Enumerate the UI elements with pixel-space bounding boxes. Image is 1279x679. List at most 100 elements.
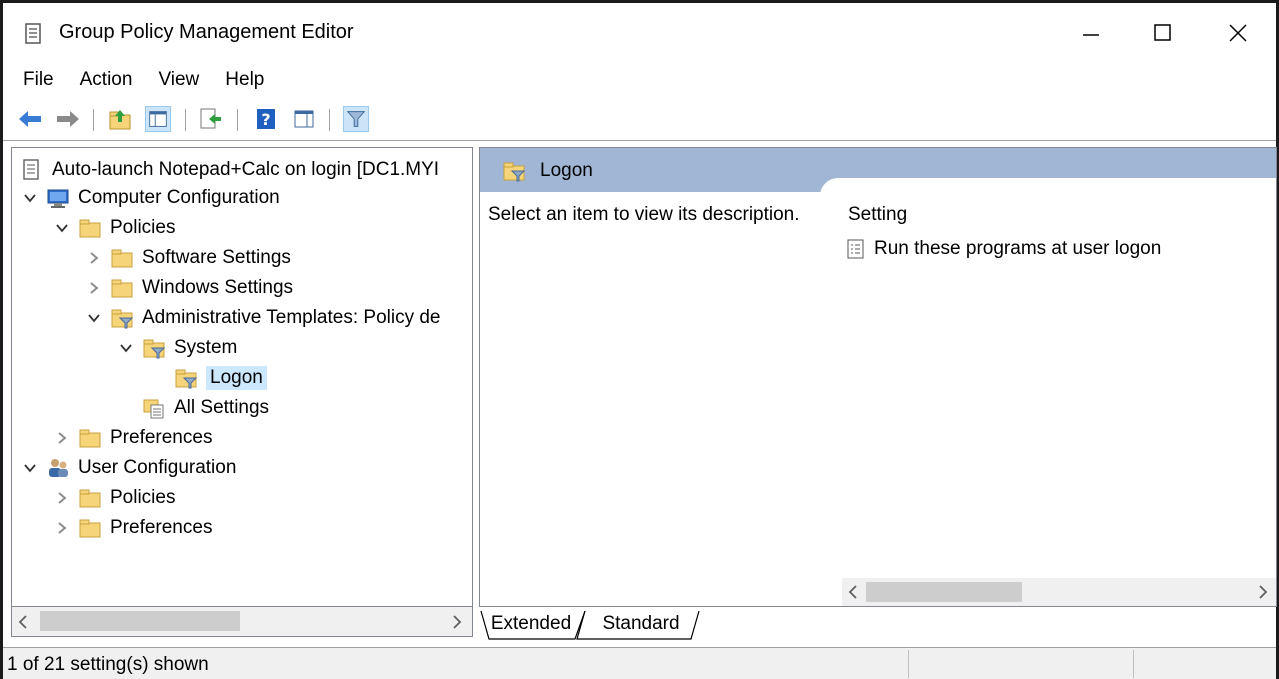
chevron-down-icon[interactable] [22, 460, 38, 476]
filtered-folder-icon [111, 309, 134, 329]
tree-item-label: Preferences [110, 427, 213, 448]
tree-item-user-policies[interactable]: Policies [54, 484, 175, 512]
folder-icon [79, 219, 101, 238]
up-folder-icon[interactable] [107, 106, 133, 132]
scroll-left-icon[interactable] [18, 615, 28, 629]
tree-item-label: Logon [206, 366, 267, 390]
chevron-down-icon[interactable] [118, 340, 134, 356]
policy-document-icon [25, 23, 41, 44]
details-pane: Logon Select an item to view its descrip… [479, 147, 1277, 607]
tree-item-label: Software Settings [142, 247, 291, 268]
folder-icon [79, 519, 101, 538]
tree-item-label: Policies [110, 217, 176, 238]
details-header: Logon [480, 148, 1276, 208]
folder-icon [79, 429, 101, 448]
back-icon[interactable] [17, 106, 43, 132]
filtered-folder-icon [175, 369, 198, 389]
menu-file[interactable]: File [23, 69, 54, 91]
tree-item-all-settings[interactable]: All Settings [142, 394, 269, 422]
chevron-right-icon[interactable] [54, 490, 70, 506]
scroll-right-icon[interactable] [1258, 585, 1268, 599]
setting-name: Run these programs at user logon [874, 238, 1162, 259]
forward-icon[interactable] [55, 106, 81, 132]
folder-icon [111, 279, 133, 298]
menu-view[interactable]: View [158, 69, 199, 91]
tree-horizontal-scrollbar[interactable] [11, 607, 473, 637]
tree-item-software-settings[interactable]: Software Settings [86, 244, 291, 272]
setting-row[interactable]: Run these programs at user logon [846, 238, 1161, 260]
folder-icon [111, 249, 133, 268]
chevron-right-icon[interactable] [86, 280, 102, 296]
tree-item-gpo-root[interactable]: Auto-launch Notepad+Calc on login [DC1.M… [20, 156, 439, 184]
tree-item-user-preferences[interactable]: Preferences [54, 514, 212, 542]
toolbar-separator [329, 109, 330, 131]
title-bar: Group Policy Management Editor [3, 3, 1276, 63]
scrollbar-thumb[interactable] [40, 611, 240, 631]
computer-icon [47, 189, 69, 208]
tree-item-policies[interactable]: Policies [54, 214, 175, 242]
status-divider [1133, 650, 1134, 678]
chevron-right-icon[interactable] [54, 520, 70, 536]
tree-item-label: Computer Configuration [78, 187, 280, 208]
view-tabs: Extended Standard [479, 609, 1277, 643]
toolbar-separator [237, 109, 238, 131]
tree-item-computer-configuration[interactable]: Computer Configuration [22, 184, 280, 212]
description-text: Select an item to view its description. [488, 204, 800, 225]
tree-item-administrative-templates[interactable]: Administrative Templates: Policy de [86, 304, 441, 332]
tab-extended[interactable]: Extended [479, 609, 583, 639]
svg-text:?: ? [261, 110, 270, 129]
tree-item-label: User Configuration [78, 457, 237, 478]
tree-item-label: Preferences [110, 517, 213, 538]
maximize-button[interactable] [1133, 11, 1193, 55]
tree-item-label: Windows Settings [142, 277, 294, 298]
filtered-folder-icon [503, 162, 526, 182]
scrollbar-thumb[interactable] [866, 582, 1022, 602]
details-horizontal-scrollbar[interactable] [842, 578, 1276, 606]
setting-column-header[interactable]: Setting [848, 204, 907, 226]
folder-icon [79, 489, 101, 508]
help-icon[interactable]: ? [253, 106, 279, 132]
tree-pane: Auto-launch Notepad+Calc on login [DC1.M… [11, 147, 473, 607]
export-list-icon[interactable] [197, 106, 223, 132]
tree-item-preferences[interactable]: Preferences [54, 424, 212, 452]
chevron-right-icon[interactable] [86, 250, 102, 266]
scroll-left-icon[interactable] [848, 585, 858, 599]
close-button[interactable] [1208, 11, 1268, 55]
tab-standard[interactable]: Standard [583, 609, 699, 639]
tree-item-label: System [174, 337, 238, 358]
users-icon [49, 459, 68, 477]
window-title: Group Policy Management Editor [59, 21, 354, 43]
main-window: Group Policy Management Editor File Acti… [0, 0, 1279, 679]
tree-item-label: All Settings [174, 397, 270, 418]
status-text: 1 of 21 setting(s) shown [7, 654, 209, 675]
minimize-button[interactable] [1061, 11, 1121, 55]
all-settings-icon [143, 399, 164, 419]
scroll-right-icon[interactable] [452, 615, 462, 629]
show-hide-tree-icon[interactable] [145, 106, 171, 132]
tree-item-user-configuration[interactable]: User Configuration [22, 454, 236, 482]
chevron-down-icon[interactable] [22, 190, 38, 206]
chevron-right-icon[interactable] [54, 430, 70, 446]
tree-item-label: Auto-launch Notepad+Calc on login [DC1.M… [52, 159, 440, 180]
tree-item-system[interactable]: System [118, 334, 237, 362]
filter-icon[interactable] [343, 106, 369, 132]
tree-item-windows-settings[interactable]: Windows Settings [86, 274, 293, 302]
tree-item-label: Administrative Templates: Policy de [142, 307, 441, 328]
menu-help[interactable]: Help [225, 69, 264, 91]
menu-action[interactable]: Action [80, 69, 133, 91]
filtered-folder-icon [143, 339, 166, 359]
policy-setting-icon [847, 239, 864, 259]
tree-item-label: Policies [110, 487, 176, 508]
toolbar: ? [3, 99, 1276, 141]
details-title: Logon [540, 160, 593, 181]
show-action-pane-icon[interactable] [291, 106, 317, 132]
toolbar-separator [185, 109, 186, 131]
menu-bar: File Action View Help [3, 63, 1276, 97]
policy-document-icon [23, 159, 39, 180]
status-divider [908, 650, 909, 678]
maximize-icon [1154, 24, 1171, 41]
status-bar: 1 of 21 setting(s) shown [3, 647, 1276, 679]
chevron-down-icon[interactable] [54, 220, 70, 236]
chevron-down-icon[interactable] [86, 310, 102, 326]
tree-item-logon[interactable]: Logon [174, 364, 267, 392]
